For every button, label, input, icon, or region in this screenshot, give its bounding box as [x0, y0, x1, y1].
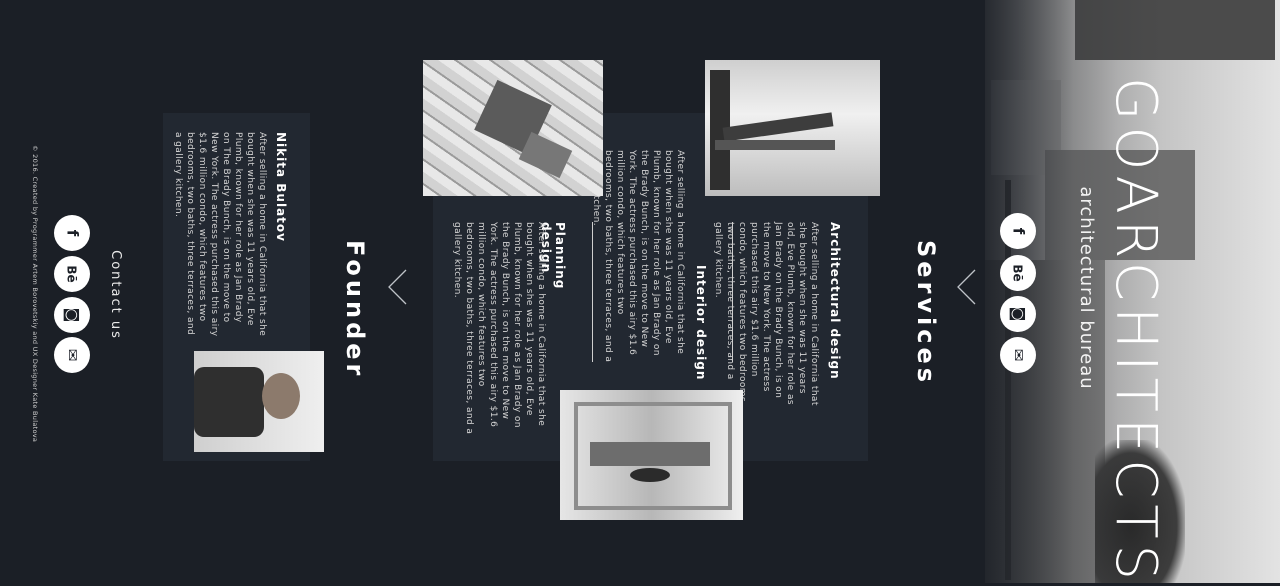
divider: [732, 222, 733, 362]
behance-icon[interactable]: Bē: [54, 256, 90, 292]
service-title-architectural: Architectural design: [828, 222, 842, 380]
founder-photo: [194, 351, 324, 452]
chevron-left-icon[interactable]: [386, 268, 408, 306]
brand-subtitle: architectural bureau: [1076, 186, 1097, 390]
service-text-interior: After selling a home in California that …: [591, 150, 685, 363]
email-icon[interactable]: ✉: [1000, 337, 1036, 373]
service-text-architectural: After selling a home in California that …: [713, 222, 819, 406]
service-title-interior: Interior design: [694, 265, 708, 381]
services-heading: Services: [912, 240, 940, 387]
founder-heading: Founder: [341, 240, 369, 380]
copyright-text: © 2016. Created by Programmer Artem Boro…: [31, 145, 39, 443]
tower-photo: [705, 60, 880, 196]
instagram-icon[interactable]: ◙: [54, 297, 90, 333]
brand-title: GOARCHITECTS: [1103, 77, 1168, 586]
contact-heading: Contact us: [108, 250, 123, 340]
interior-photo: [560, 390, 743, 520]
email-icon[interactable]: ✉: [54, 337, 90, 373]
chevron-left-icon[interactable]: [955, 268, 977, 306]
instagram-icon[interactable]: ◙: [1000, 296, 1036, 332]
service-text-planning: After selling a home in California that …: [452, 222, 546, 435]
facebook-icon[interactable]: f: [1000, 213, 1036, 249]
founder-bio: After selling a home in California that …: [173, 132, 267, 337]
site-plan-photo: [423, 60, 603, 196]
founder-name: Nikita Bulatov: [274, 132, 288, 242]
facebook-icon[interactable]: f: [54, 215, 90, 251]
behance-icon[interactable]: Bē: [1000, 255, 1036, 291]
divider: [592, 222, 593, 362]
